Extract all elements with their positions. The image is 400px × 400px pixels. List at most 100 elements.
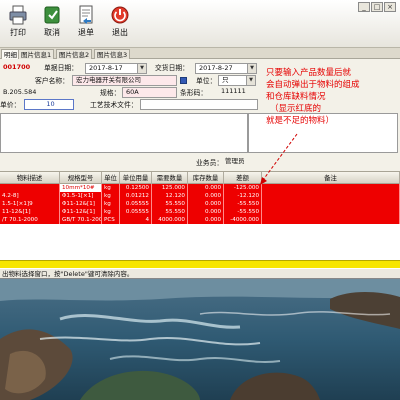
table-cell-per[interactable]: 4 [120, 216, 152, 224]
order-date-field[interactable]: 2017-8-17 ▼ [85, 63, 147, 74]
quantity-field[interactable]: 10 [24, 99, 74, 110]
annotation-line: 会自动弹出于物料的组成 [266, 80, 360, 90]
window-controls: _ □ × [358, 2, 398, 12]
table-cell-unit[interactable]: kg [102, 200, 120, 208]
table-cell-per[interactable]: 0.01212 [120, 192, 152, 200]
table-cell-spec[interactable]: Φ11-12&[1] [60, 208, 102, 216]
annotation-line: 就是不足的物料） [266, 116, 335, 126]
customer-label: 客户名称： [35, 77, 69, 85]
table-cell-spec[interactable]: Φ1.5-1[×1] [60, 192, 102, 200]
table-cell-unit[interactable]: PCS [102, 216, 120, 224]
table-cell-desc[interactable]: 11-12&[1] [0, 208, 60, 216]
unit-field[interactable]: 只 ▼ [218, 75, 256, 86]
table-cell-note[interactable] [262, 200, 400, 208]
table-cell-per[interactable]: 0.05555 [120, 200, 152, 208]
table-cell-need[interactable]: 55.550 [152, 200, 188, 208]
status-bar: 出物料选择窗口，按"Delete"键可清除内容。 [0, 268, 400, 279]
table-cell-diff[interactable]: -55.550 [224, 208, 262, 216]
table-cell-spec[interactable]: Φ11-12&[1] [60, 200, 102, 208]
delivery-date-value: 2017-8-27 [199, 64, 233, 72]
annotation-text: 只要输入产品数量后就 会自动弹出于物料的组成 和仓库缺料情况 （显示红底的 就是… [266, 67, 396, 137]
cancel-icon [44, 6, 60, 24]
table-cell-unit[interactable]: kg [102, 184, 120, 192]
table-cell-note[interactable] [262, 208, 400, 216]
table-cell-desc[interactable]: 4.2-8] [0, 192, 60, 200]
table-row[interactable]: 4.2-8] Φ1.5-1[×1] kg 0.01212 12.120 0.000 -12.… [0, 192, 400, 200]
chevron-down-icon[interactable]: ▼ [137, 64, 146, 73]
col-header-stock[interactable]: 库存数量 [188, 172, 224, 184]
exit-label: 退出 [112, 28, 128, 37]
cancel-button[interactable]: 取消 [36, 3, 68, 47]
print-label: 打印 [10, 28, 26, 37]
tab-image-1[interactable]: 图片信息1 [18, 49, 55, 59]
price-label: 单价： [0, 100, 22, 110]
table-cell-desc[interactable]: /T 70.1-2000 [0, 216, 60, 224]
return-icon [79, 5, 93, 24]
exit-button[interactable]: 退出 [104, 3, 136, 47]
printer-icon [9, 5, 27, 25]
remark-textarea[interactable] [0, 113, 248, 153]
return-button[interactable]: 退单 [70, 3, 102, 47]
table-cell-per[interactable]: 0.05555 [120, 208, 152, 216]
table-row[interactable]: 1.5-1[×1]9 Φ11-12&[1] kg 0.05555 55.550 0.000… [0, 200, 400, 208]
tech-file-field[interactable] [140, 99, 258, 110]
tab-strip: 明细 图片信息1 图片信息2 图片信息3 [0, 48, 400, 59]
table-cell-desc[interactable] [0, 184, 60, 192]
table-cell-note[interactable] [262, 192, 400, 200]
tab-image-2[interactable]: 图片信息2 [56, 49, 93, 59]
table-cell-need[interactable]: 4000.000 [152, 216, 188, 224]
part-number-field[interactable]: B.205.584 [0, 88, 80, 99]
table-cell-diff[interactable]: -12.120 [224, 192, 262, 200]
table-cell-diff[interactable]: -55.550 [224, 200, 262, 208]
table-cell-stock[interactable]: 0.000 [188, 216, 224, 224]
table-cell-stock[interactable]: 0.000 [188, 192, 224, 200]
annotation-arrow [260, 133, 298, 185]
grid-header: 物料描述 规格型号 单位 单位用量 需要数量 库存数量 差额 备注 [0, 171, 400, 184]
table-cell-unit[interactable]: kg [102, 208, 120, 216]
table-cell-spec[interactable]: GB/T 70.1-2000 [60, 216, 102, 224]
close-button[interactable]: × [384, 2, 396, 12]
table-cell-stock[interactable]: 0.000 [188, 200, 224, 208]
salesman-label: 业务员： [196, 159, 224, 167]
col-header-desc[interactable]: 物料描述 [0, 172, 60, 184]
table-cell-need[interactable]: 55.550 [152, 208, 188, 216]
exit-icon [111, 6, 129, 24]
col-header-spec[interactable]: 规格型号 [60, 172, 102, 184]
chevron-down-icon[interactable]: ▼ [246, 76, 255, 85]
print-button[interactable]: 打印 [2, 3, 34, 47]
app-window: 打印 取消 退单 退出 _ □ × 明细 图片信息1 图片信息2 图片信息3 0… [0, 0, 400, 268]
order-date-label: 单据日期： [44, 64, 78, 72]
delivery-date-field[interactable]: 2017-8-27 ▼ [195, 63, 257, 74]
table-row[interactable]: /T 70.1-2000 GB/T 70.1-2000 PCS 4 4000.000 0.… [0, 216, 400, 224]
maximize-button[interactable]: □ [371, 2, 383, 12]
table-cell-diff[interactable]: -4000.000 [224, 216, 262, 224]
customer-lookup-icon[interactable] [180, 77, 187, 84]
summary-bar [0, 260, 400, 268]
customer-field[interactable]: 宏力电器开关有限公司 [72, 75, 177, 86]
col-header-per-unit[interactable]: 单位用量 [120, 172, 152, 184]
minimize-button[interactable]: _ [358, 2, 370, 12]
chevron-down-icon[interactable]: ▼ [247, 64, 256, 73]
cancel-label: 取消 [44, 28, 60, 37]
annotation-line: 只要输入产品数量后就 [266, 68, 352, 78]
col-header-unit[interactable]: 单位 [102, 172, 120, 184]
tech-file-label: 工艺技术文件： [90, 101, 138, 109]
table-cell-spec[interactable]: 10mm*10# [60, 184, 102, 192]
col-header-need[interactable]: 需要数量 [152, 172, 188, 184]
table-cell-need[interactable]: 125.000 [152, 184, 188, 192]
table-cell-stock[interactable]: 0.000 [188, 208, 224, 216]
order-date-value: 2017-8-17 [89, 64, 123, 72]
table-cell-desc[interactable]: 1.5-1[×1]9 [0, 200, 60, 208]
spec-field[interactable]: 60A [122, 87, 177, 98]
table-row[interactable]: 11-12&[1] Φ11-12&[1] kg 0.05555 55.550 0.000-… [0, 208, 400, 216]
table-cell-need[interactable]: 12.120 [152, 192, 188, 200]
table-row[interactable]: 10mm*10# kg 0.12500 125.000 0.000 -125.000 [0, 184, 400, 192]
table-cell-stock[interactable]: 0.000 [188, 184, 224, 192]
table-cell-note[interactable] [262, 216, 400, 224]
barcode-field[interactable]: 111111 [218, 87, 258, 98]
spec-label: 规格： [100, 89, 121, 97]
table-cell-per[interactable]: 0.12500 [120, 184, 152, 192]
tab-image-3[interactable]: 图片信息3 [94, 49, 131, 59]
unit-value: 只 [222, 76, 229, 84]
table-cell-unit[interactable]: kg [102, 192, 120, 200]
